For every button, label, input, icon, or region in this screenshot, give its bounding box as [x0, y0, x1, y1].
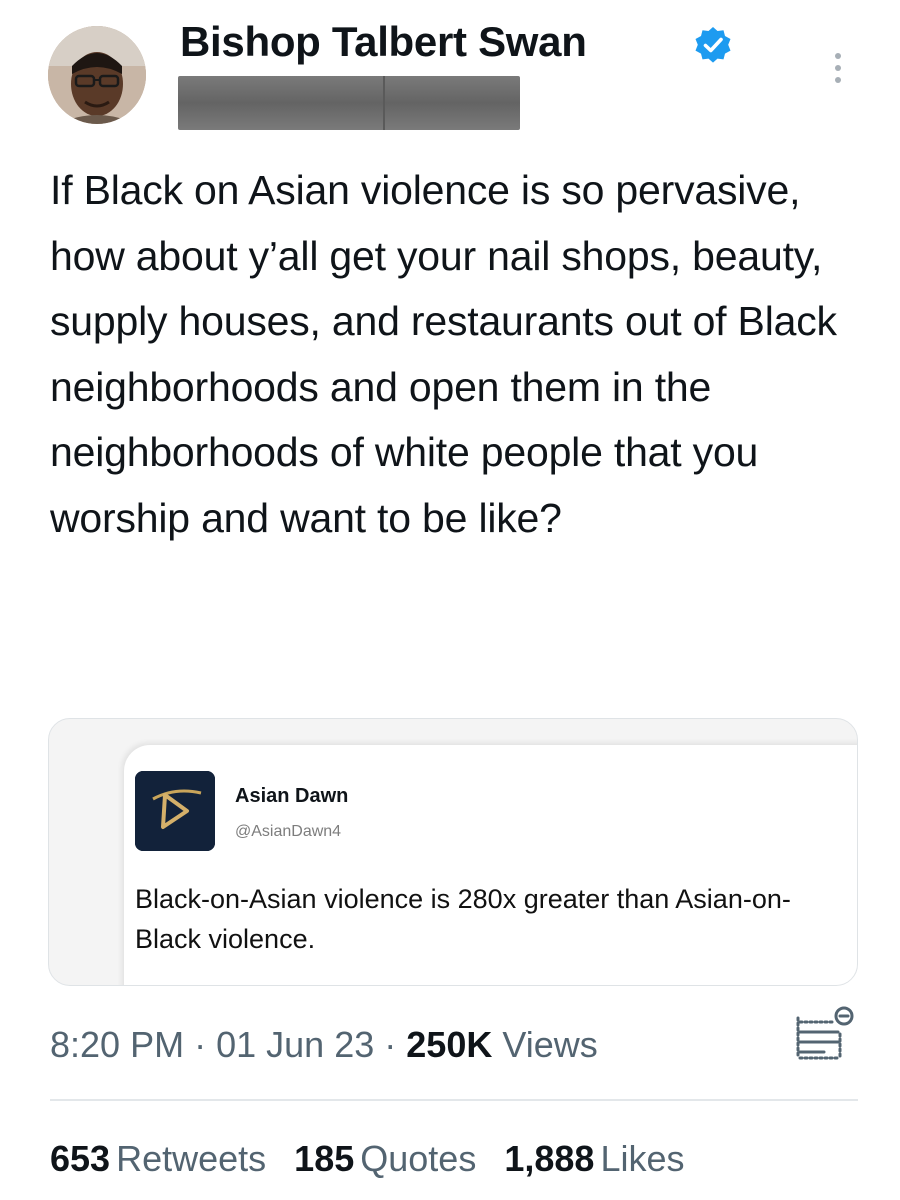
quoted-author-handle: @AsianDawn4	[235, 823, 342, 840]
meta-separator: ·	[194, 1024, 207, 1065]
tweet: Bishop Talbert Swan If Black on Asian vi…	[0, 0, 900, 1200]
quoted-avatar	[135, 771, 215, 851]
quoted-author-name: Asian Dawn	[235, 785, 349, 807]
retweets-label: Retweets	[116, 1138, 267, 1179]
retweets-count: 653	[50, 1138, 111, 1179]
verified-badge-icon	[695, 27, 731, 63]
profile-photo	[48, 26, 146, 124]
likes-count: 1,888	[504, 1138, 595, 1179]
tweet-date[interactable]: 01 Jun 23	[216, 1024, 374, 1065]
author-display-name[interactable]: Bishop Talbert Swan	[180, 16, 587, 68]
asian-dawn-logo-icon	[135, 771, 215, 851]
quotes-label: Quotes	[360, 1138, 477, 1179]
quotes-count: 185	[294, 1138, 355, 1179]
views-label: Views	[502, 1024, 598, 1065]
quotes-stat[interactable]: 185 Quotes	[294, 1134, 476, 1184]
engagement-stats: 653 Retweets 185 Quotes 1,888 Likes	[50, 1134, 702, 1184]
views-count: 250K	[406, 1024, 493, 1065]
divider	[50, 1099, 858, 1101]
quoted-tweet-card[interactable]: Asian Dawn @AsianDawn4 Black-on-Asian vi…	[48, 718, 858, 986]
analytics-icon[interactable]	[794, 1004, 854, 1062]
more-options-icon[interactable]	[820, 44, 856, 92]
meta-separator: ·	[384, 1024, 397, 1065]
redacted-handle	[178, 76, 520, 130]
author-avatar[interactable]	[48, 26, 146, 124]
tweet-text: If Black on Asian violence is so pervasi…	[50, 167, 837, 541]
tweet-meta: 8:20 PM · 01 Jun 23 · 250K Views	[50, 1020, 598, 1070]
tweet-time[interactable]: 8:20 PM	[50, 1024, 184, 1065]
retweets-stat[interactable]: 653 Retweets	[50, 1134, 266, 1184]
quoted-tweet-text: Black-on-Asian violence is 280x greater …	[135, 884, 791, 954]
likes-stat[interactable]: 1,888 Likes	[504, 1134, 684, 1184]
likes-label: Likes	[600, 1138, 685, 1179]
